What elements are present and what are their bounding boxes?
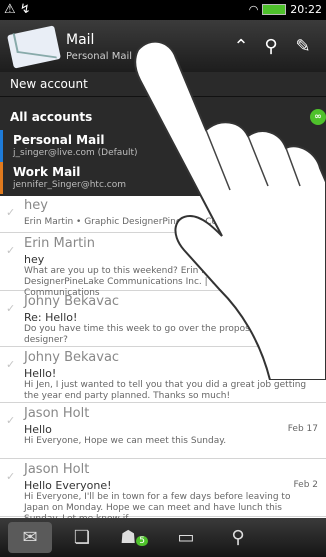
subject: Hello bbox=[24, 423, 52, 436]
chevron-up-icon[interactable]: ⌃ bbox=[228, 34, 254, 60]
list-item[interactable]: ✓ Jason Holt Hello Everyone! Feb 2 Hi Ev… bbox=[0, 460, 326, 524]
folder-tab-icon[interactable]: ▭ bbox=[164, 522, 208, 553]
check-icon[interactable]: ✓ bbox=[6, 302, 18, 315]
sender: hey bbox=[24, 198, 48, 213]
check-icon[interactable]: ✓ bbox=[6, 244, 18, 257]
header-subtitle: Personal Mail bbox=[66, 51, 133, 62]
app-header[interactable]: Mail Personal Mail ⌃ ⚲ ✎ bbox=[0, 20, 326, 72]
list-item[interactable]: ✓ Erin Martin hey What are you up to thi… bbox=[0, 234, 326, 298]
sender: Johny Bekavac bbox=[24, 294, 120, 309]
all-accounts-badge: ∞ bbox=[310, 109, 326, 125]
header-title: Mail bbox=[66, 32, 95, 48]
subject: Re: Hello! bbox=[24, 311, 78, 324]
clock: 20:22 bbox=[290, 3, 322, 16]
check-icon[interactable]: ✓ bbox=[6, 470, 18, 483]
compose-icon[interactable]: ✎ bbox=[290, 34, 316, 60]
sender: Jason Holt bbox=[24, 406, 90, 421]
account-name: Personal Mail bbox=[13, 133, 105, 147]
preview: Erin Martin • Graphic DesignerPineLake C… bbox=[24, 217, 300, 227]
account-item-work[interactable]: Work Mail jennifer_Singer@htc.com bbox=[0, 162, 326, 194]
group-icon: ☗ bbox=[120, 527, 137, 548]
bottom-tab-bar: ✉ ❏ ☗ 5 ▭ ⚲ bbox=[0, 518, 326, 557]
list-item[interactable]: ✓ Johny Bekavac Re: Hello! Do you have t… bbox=[0, 292, 326, 347]
status-bar: ⚠ ↯ ◠ 20:22 bbox=[0, 0, 326, 20]
status-right: ◠ 20:22 bbox=[249, 3, 322, 16]
date: Feb 17 bbox=[287, 424, 318, 434]
account-dropdown: New account All accounts ∞ Personal Mail… bbox=[0, 72, 326, 196]
group-tab-icon[interactable]: ☗ 5 bbox=[112, 522, 156, 553]
sender: Erin Martin bbox=[24, 236, 96, 251]
wifi-icon: ◠ bbox=[248, 3, 259, 16]
account-name: Work Mail bbox=[13, 165, 81, 179]
check-icon[interactable]: ✓ bbox=[6, 414, 18, 427]
account-email: jennifer_Singer@htc.com bbox=[13, 180, 126, 190]
check-icon[interactable]: ✓ bbox=[6, 358, 18, 371]
battery-icon bbox=[262, 4, 287, 15]
inbox-tab-icon[interactable]: ✉ bbox=[8, 522, 52, 553]
mail-list: ✓ hey Erin Martin • Graphic DesignerPine… bbox=[0, 196, 326, 524]
all-accounts-label: All accounts bbox=[10, 110, 93, 124]
conversation-tab-icon[interactable]: ❏ bbox=[60, 522, 104, 553]
subject: Hello! bbox=[24, 367, 57, 380]
notification-icons: ⚠ ↯ bbox=[4, 2, 31, 17]
subject: hey bbox=[24, 253, 45, 266]
group-badge: 5 bbox=[136, 536, 148, 546]
mail-app-icon bbox=[6, 25, 62, 69]
preview: Hi Jen, I just wanted to tell you that y… bbox=[24, 380, 307, 401]
date: Feb 21 bbox=[287, 368, 318, 378]
list-item[interactable]: ✓ Jason Holt Hello Feb 17 Hi Everyone, H… bbox=[0, 404, 326, 459]
new-account-item[interactable]: New account bbox=[0, 72, 326, 97]
preview: Hi Everyone, Hope we can meet this Sunda… bbox=[24, 436, 227, 446]
check-icon[interactable]: ✓ bbox=[6, 206, 18, 219]
account-email: j_singer@live.com (Default) bbox=[13, 148, 138, 158]
account-item-personal[interactable]: Personal Mail j_singer@live.com (Default… bbox=[0, 130, 326, 162]
list-item[interactable]: ✓ Johny Bekavac Hello! Feb 21 Hi Jen, I … bbox=[0, 348, 326, 403]
search-icon[interactable]: ⚲ bbox=[258, 34, 284, 60]
sender: Johny Bekavac bbox=[24, 350, 120, 365]
attachment-tab-icon[interactable]: ⚲ bbox=[216, 522, 260, 553]
all-accounts-item[interactable]: All accounts ∞ bbox=[0, 106, 326, 128]
list-item[interactable]: ✓ hey Erin Martin • Graphic DesignerPine… bbox=[0, 196, 326, 233]
subject: Hello Everyone! bbox=[24, 479, 112, 492]
preview: Do you have time this week to go over th… bbox=[24, 324, 300, 345]
sender: Jason Holt bbox=[24, 462, 90, 477]
date: Feb 2 bbox=[293, 480, 318, 490]
